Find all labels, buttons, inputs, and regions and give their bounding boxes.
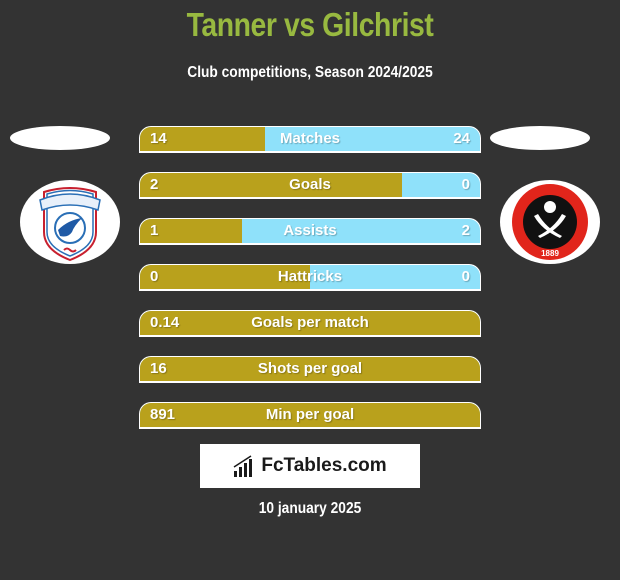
stat-label: Goals per match [251, 314, 369, 331]
stat-label: Assists [283, 222, 337, 239]
stat-row-hattricks: 0 Hattricks 0 [139, 264, 481, 291]
sheffield-united-crest-icon: 1889 [512, 184, 588, 260]
stat-row-assists: 1 Assists 2 [139, 218, 481, 245]
season-subtitle: Club competitions, Season 2024/2025 [187, 64, 433, 81]
right-value: 0 [461, 176, 470, 193]
stat-label: Matches [279, 130, 341, 147]
brand-name: FcTables.com [261, 455, 387, 476]
right-value: 2 [461, 222, 470, 239]
stat-row-min-per-goal: 891 Min per goal [139, 402, 481, 429]
bar-chart-icon [233, 455, 253, 477]
left-team-logo [20, 180, 120, 264]
page-title: Tanner vs Gilchrist [186, 6, 434, 43]
right-value: 24 [453, 130, 470, 147]
date-label: 10 january 2025 [258, 500, 362, 517]
stat-label: Min per goal [265, 406, 355, 423]
stat-row-matches: 14 Matches 24 [139, 126, 481, 153]
left-player-placeholder [10, 126, 110, 150]
stat-label: Hattricks [277, 268, 343, 285]
stat-row-shots-per-goal: 16 Shots per goal [139, 356, 481, 383]
right-value: 0 [461, 268, 470, 285]
svg-text:1889: 1889 [541, 249, 559, 258]
stat-row-goals-per-match: 0.14 Goals per match [139, 310, 481, 337]
right-player-placeholder [490, 126, 590, 150]
fctables-logo[interactable]: FcTables.com [200, 444, 420, 488]
stat-label: Shots per goal [257, 360, 363, 377]
stat-row-goals: 2 Goals 0 [139, 172, 481, 199]
cardiff-city-crest-icon [39, 187, 101, 262]
stat-label: Goals [289, 176, 331, 193]
right-team-logo: 1889 [500, 180, 600, 264]
